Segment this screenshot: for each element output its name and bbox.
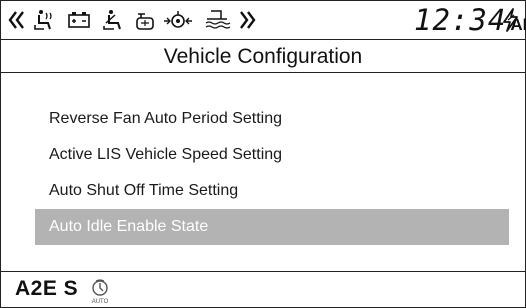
machine-code: A2E S [15,277,79,300]
menu-item-label: Active LIS Vehicle Speed Setting [49,146,283,163]
config-menu: Reverse Fan Auto Period Setting Active L… [35,101,509,245]
seat-heater-icon [32,9,56,31]
battery-icon [67,9,91,31]
menu-item-label: Auto Idle Enable State [49,218,209,235]
auto-icon-caption: AUTO [92,299,109,305]
page-title: Vehicle Configuration [163,45,363,68]
chevron-right-icon[interactable] [237,9,257,31]
menu-item-auto-shut-off-time[interactable]: Auto Shut Off Time Setting [35,173,509,209]
display-screen: 12:34 AM Vehicle Configuration Reverse F… [0,0,526,308]
lightning-bolt-icon [501,8,519,32]
clock-time: 12:34 [414,3,507,37]
menu-item-auto-idle-enable-state[interactable]: Auto Idle Enable State [35,209,509,245]
oil-can-icon [133,9,157,31]
auto-idle-icon: AUTO [89,279,111,305]
page-title-bar: Vehicle Configuration [1,41,525,73]
status-bar: 12:34 AM [1,1,526,40]
seatbelt-driver-icon [101,9,125,31]
chevron-left-icon[interactable] [7,9,27,31]
engine-warning-icon [163,9,193,31]
menu-item-label: Auto Shut Off Time Setting [49,182,239,199]
fuel-filter-water-icon [203,9,231,31]
menu-item-active-lis-vehicle-speed[interactable]: Active LIS Vehicle Speed Setting [35,137,509,173]
menu-item-reverse-fan-auto-period[interactable]: Reverse Fan Auto Period Setting [35,101,509,137]
menu-item-label: Reverse Fan Auto Period Setting [49,110,283,127]
footer-bar: A2E S AUTO [1,271,525,308]
